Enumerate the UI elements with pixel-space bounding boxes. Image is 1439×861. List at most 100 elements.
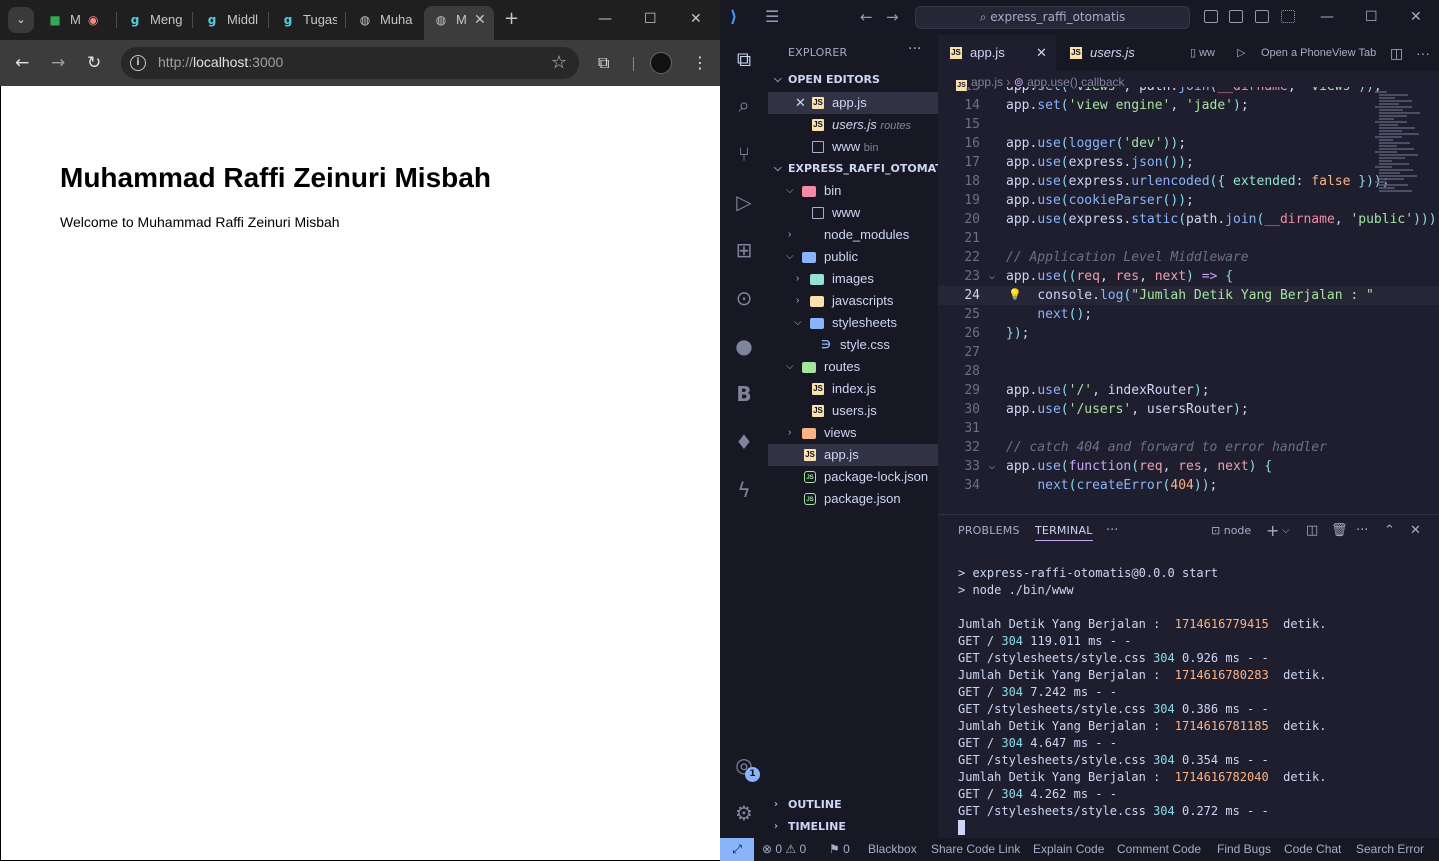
code-line[interactable]: 19 app.use(cookieParser()); — [938, 191, 1439, 210]
project-header[interactable]: ⌵ EXPRESS_RAFFI_OTOMATIS — [768, 158, 938, 180]
code-line[interactable]: 30 app.use('/users', usersRouter); — [938, 400, 1439, 419]
code-line[interactable]: 32 // catch 404 and forward to error hand… — [938, 438, 1439, 457]
code-line[interactable]: 29 app.use('/', indexRouter); — [938, 381, 1439, 400]
toggle-sidebar-icon[interactable] — [1204, 10, 1218, 23]
editor-tab-app-js[interactable]: JS app.js ✕ — [938, 35, 1056, 71]
open-editors-header[interactable]: ⌵ OPEN EDITORS — [768, 69, 938, 91]
fold-chevron-icon[interactable]: ⌵ — [989, 457, 995, 476]
code-line[interactable]: 14 app.set('view engine', 'jade'); — [938, 96, 1439, 115]
file-style-css[interactable]: ∋ style.css — [768, 334, 938, 356]
new-terminal-icon[interactable]: + — [1266, 522, 1279, 540]
outline-header[interactable]: › OUTLINE — [768, 794, 938, 816]
extensions-icon[interactable]: ⧉ — [598, 52, 609, 74]
source-control-icon[interactable]: ⑂ — [730, 140, 758, 168]
vscode-close-icon[interactable]: ✕ — [1410, 8, 1422, 26]
file-www[interactable]: www — [768, 202, 938, 224]
toggle-secondary-sidebar-icon[interactable] — [1255, 10, 1269, 23]
folder-stylesheets[interactable]: ⌵ stylesheets — [768, 312, 938, 334]
code-line[interactable]: 27 — [938, 343, 1439, 362]
remote-icon[interactable]: ⤢ — [720, 838, 754, 861]
code-line[interactable]: 22 // Application Level Middleware — [938, 248, 1439, 267]
problems-status[interactable]: ⊗ 0 ⚠ 0 — [762, 838, 806, 861]
url-text[interactable]: http://localhost:3000 — [158, 54, 283, 70]
more-menu-icon[interactable]: ⋮ — [692, 52, 708, 74]
minimap[interactable] — [1375, 87, 1431, 207]
folder-images[interactable]: › images — [768, 268, 938, 290]
tab-action-ww[interactable]: ▯ ww — [1190, 35, 1215, 71]
terminal-shell-selector[interactable]: ⊡ node — [1211, 522, 1251, 540]
forward-icon[interactable]: → — [51, 52, 65, 74]
file-package-json[interactable]: JS package.json — [768, 488, 938, 510]
code-line[interactable]: 20 app.use(express.static(path.join(__dir… — [938, 210, 1439, 229]
code-line[interactable]: 28 — [938, 362, 1439, 381]
tab-terminal[interactable]: TERMINAL — [1035, 524, 1093, 541]
folder-node-modules[interactable]: › node_modules — [768, 224, 938, 246]
folder-routes[interactable]: ⌵ routes — [768, 356, 938, 378]
close-tab-icon[interactable]: ✕ — [474, 6, 486, 34]
profile-avatar[interactable] — [650, 52, 672, 74]
new-tab-button[interactable]: + — [504, 8, 519, 30]
status-blackbox[interactable]: Blackbox — [868, 838, 917, 861]
explorer-icon[interactable]: ⧉ — [730, 45, 758, 73]
browser-tab-3[interactable]: g Middl — [205, 6, 261, 34]
split-editor-icon[interactable]: ◫ — [1390, 35, 1403, 71]
file-package-lock-json[interactable]: JS package-lock.json — [768, 466, 938, 488]
run-debug-icon[interactable]: ▷ — [730, 188, 758, 216]
folder-views[interactable]: › views — [768, 422, 938, 444]
code-line[interactable]: 16 app.use(logger('dev')); — [938, 134, 1439, 153]
code-line[interactable]: 25 next(); — [938, 305, 1439, 324]
explorer-more-icon[interactable]: ··· — [908, 41, 921, 57]
browser-tab-2[interactable]: g Meng — [128, 6, 184, 34]
back-icon[interactable]: ← — [15, 52, 29, 74]
status-comment-code[interactable]: Comment Code — [1117, 838, 1201, 861]
browser-tab-4[interactable]: g Tugas — [281, 6, 337, 34]
panel-more-actions-icon[interactable]: ··· — [1356, 522, 1368, 540]
file-users-js[interactable]: JS users.js — [768, 400, 938, 422]
minimize-icon[interactable]: — — [598, 10, 612, 28]
open-phoneview-button[interactable]: Open a PhoneView Tab — [1261, 35, 1376, 71]
close-tab-icon[interactable]: ✕ — [1036, 35, 1047, 71]
folder-public[interactable]: ⌵ public — [768, 246, 938, 268]
timeline-header[interactable]: › TIMELINE — [768, 816, 938, 838]
status-explain-code[interactable]: Explain Code — [1033, 838, 1104, 861]
close-window-icon[interactable]: ✕ — [690, 10, 702, 28]
status-find-bugs[interactable]: Find Bugs — [1217, 838, 1271, 861]
blackbox-icon[interactable]: B — [730, 380, 758, 408]
lightbulb-icon[interactable]: 💡 — [1008, 288, 1022, 301]
fold-chevron-icon[interactable]: ⌵ — [989, 267, 995, 286]
code-line[interactable]: 18 app.use(express.urlencoded({ extended:… — [938, 172, 1439, 191]
thunder-client-icon[interactable]: ϟ — [730, 476, 758, 504]
folder-bin[interactable]: ⌵ bin — [768, 180, 938, 202]
nav-back-icon[interactable]: ← — [860, 8, 873, 26]
file-app-js[interactable]: JS app.js — [768, 444, 938, 466]
file-index-js[interactable]: JS index.js — [768, 378, 938, 400]
split-terminal-icon[interactable]: ◫ — [1306, 522, 1318, 540]
code-line[interactable]: 33 ⌵ app.use(function(req, res, next) { — [938, 457, 1439, 476]
code-line[interactable]: 13 app.set('views', path.join(__dirname, … — [938, 87, 1439, 96]
hamburger-menu-icon[interactable]: ☰ — [765, 8, 779, 26]
customize-layout-icon[interactable] — [1281, 10, 1295, 23]
search-icon[interactable]: ⌕ — [730, 91, 758, 119]
github-icon[interactable]: ● — [730, 332, 758, 360]
editor-tab-users-js[interactable]: JS users.js — [1058, 35, 1158, 71]
mongodb-leaf-icon[interactable]: ♦ — [730, 428, 758, 456]
site-info-icon[interactable]: i — [130, 55, 146, 71]
panel-more-icon[interactable]: ··· — [1106, 522, 1118, 540]
settings-gear-icon[interactable]: ⚙ — [730, 799, 758, 827]
status-search-error[interactable]: Search Error — [1356, 838, 1424, 861]
code-line[interactable]: 26}); — [938, 324, 1439, 343]
vscode-minimize-icon[interactable]: — — [1320, 8, 1334, 26]
kill-terminal-icon[interactable]: 🗑 — [1331, 522, 1348, 540]
code-line[interactable]: 21 — [938, 229, 1439, 248]
code-line[interactable]: 31 — [938, 419, 1439, 438]
close-editor-icon[interactable]: ✕ — [795, 92, 806, 114]
command-center-search[interactable]: ⌕ express_raffi_otomatis — [915, 6, 1190, 29]
run-icon[interactable]: ▷ — [1237, 35, 1245, 71]
git-graph-icon[interactable]: ⊙ — [730, 284, 758, 312]
open-editor-app-js[interactable]: ✕ JS app.js — [768, 92, 938, 114]
toggle-panel-icon[interactable] — [1229, 10, 1243, 23]
open-editor-www[interactable]: www bin — [768, 136, 938, 158]
address-bar[interactable]: i http://localhost:3000 ☆ — [121, 47, 579, 79]
status-share-code-link[interactable]: Share Code Link — [931, 838, 1020, 861]
maximize-icon[interactable]: ☐ — [644, 10, 657, 28]
